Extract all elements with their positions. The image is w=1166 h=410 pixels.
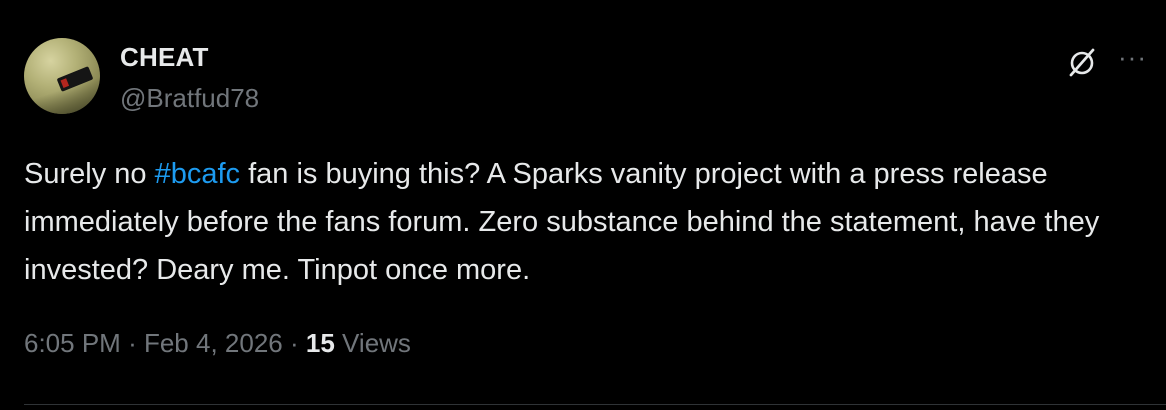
views-count: 15 [305,328,335,358]
user-handle[interactable]: @Bratfud78 [120,83,259,114]
meta-separator: · [128,328,137,358]
tweet-date[interactable]: Feb 4, 2026 [144,328,283,358]
views-label: Views [342,328,411,358]
tweet-card: CHEAT @Bratfud78 ··· Surely no #bcafc fa… [0,0,1166,410]
tweet-meta: 6:05 PM · Feb 4, 2026 · 15 Views [24,328,411,359]
hashtag-link[interactable]: #bcafc [155,158,240,190]
divider [24,404,1166,405]
meta-separator: · [289,328,299,358]
avatar[interactable] [24,38,100,114]
tweet-text: Surely no #bcafc fan is buying this? A S… [24,150,1149,294]
display-name[interactable]: CHEAT [120,42,209,73]
tweet-time[interactable]: 6:05 PM [24,328,121,358]
tweet-text-before: Surely no [24,158,155,190]
more-options-icon[interactable]: ··· [1118,44,1147,70]
grok-icon[interactable] [1066,46,1098,78]
